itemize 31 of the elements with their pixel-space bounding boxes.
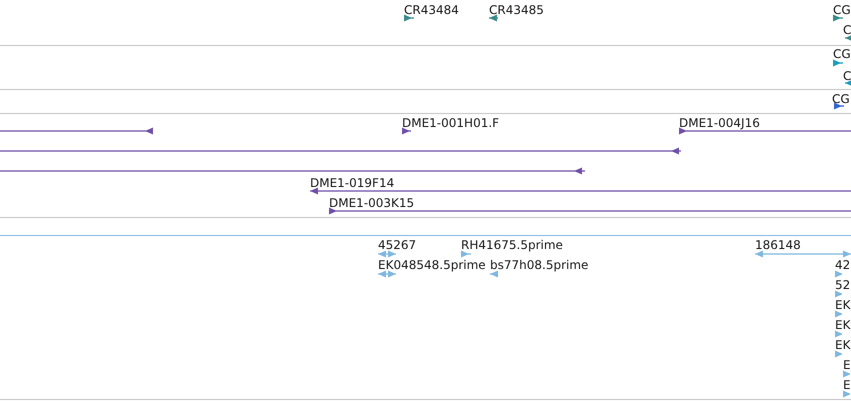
- feature-label: DME1-004J16: [679, 116, 760, 130]
- feature-label: CR43485: [489, 3, 544, 17]
- feature-label: EK: [835, 318, 850, 332]
- feature-label: 186148: [755, 238, 801, 252]
- feature-label: DME1-019F14: [310, 176, 394, 190]
- feature-arrow[interactable]: [402, 127, 411, 135]
- feature-label: E: [843, 378, 851, 392]
- feature-label: CG: [832, 92, 850, 106]
- feature-arrow[interactable]: [0, 167, 585, 175]
- feature-label: 52: [835, 278, 850, 292]
- feature-arrow[interactable]: [0, 127, 153, 135]
- feature-label: EK048548.5prime: [378, 258, 486, 272]
- feature-label: C: [843, 23, 851, 37]
- feature-label: DME1-001H01.F: [402, 116, 500, 130]
- feature-arrow[interactable]: [834, 102, 844, 110]
- feature-label: EK: [835, 338, 850, 352]
- feature-label: DME1-003K15: [329, 196, 414, 210]
- feature-arrow[interactable]: [845, 79, 851, 87]
- feature-label: CG: [833, 3, 851, 17]
- feature-label: RH41675.5prime: [461, 238, 563, 252]
- feature-label: 45267: [378, 238, 416, 252]
- feature-label: bs77h08.5prime: [490, 258, 588, 272]
- feature-label: EK: [835, 298, 850, 312]
- feature-arrow[interactable]: [310, 187, 851, 195]
- feature-label: CR43484: [404, 3, 459, 17]
- feature-label: E: [843, 358, 851, 372]
- feature-label: CG: [833, 47, 851, 61]
- feature-label: C: [843, 69, 851, 83]
- feature-label: 42: [835, 258, 850, 272]
- feature-arrow[interactable]: [329, 207, 851, 215]
- feature-arrow[interactable]: [0, 147, 681, 155]
